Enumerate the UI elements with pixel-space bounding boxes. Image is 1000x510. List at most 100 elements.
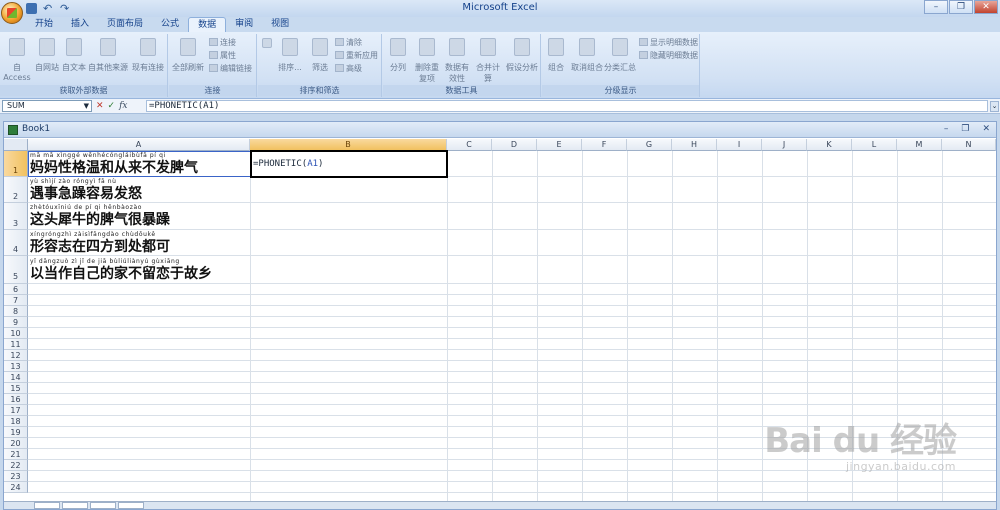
- row-header-7[interactable]: 7: [4, 295, 28, 306]
- row-header-15[interactable]: 15: [4, 383, 28, 394]
- row-header-4[interactable]: 4: [4, 230, 28, 256]
- workbook-restore-icon[interactable]: ❐: [961, 124, 969, 134]
- clear-button[interactable]: 清除: [335, 37, 362, 49]
- from-other-sources-button[interactable]: 自其他来源: [88, 38, 128, 73]
- connections-button[interactable]: 连接: [209, 37, 236, 49]
- workbook-close-icon[interactable]: ✕: [982, 124, 990, 134]
- formula-input[interactable]: =PHONETIC(A1): [146, 100, 988, 112]
- from-access-button[interactable]: 自 Access: [2, 38, 32, 82]
- column-header-l[interactable]: L: [852, 139, 897, 151]
- cell-a5[interactable]: yǐ dāngzuò zì jǐ de jiā bùliúliànyú gùxi…: [30, 257, 248, 282]
- what-if-analysis-button[interactable]: 假设分析: [505, 38, 539, 73]
- workbook-minimize-icon[interactable]: –: [944, 124, 949, 134]
- enter-icon[interactable]: ✓: [108, 101, 116, 111]
- row-header-21[interactable]: 21: [4, 449, 28, 460]
- tab-review[interactable]: 审阅: [226, 17, 262, 32]
- row-header-12[interactable]: 12: [4, 350, 28, 361]
- column-header-n[interactable]: N: [942, 139, 996, 151]
- insert-function-button[interactable]: fx: [119, 101, 127, 111]
- row-header-1[interactable]: 1: [4, 151, 28, 177]
- row-header-24[interactable]: 24: [4, 482, 28, 493]
- cell-a3[interactable]: zhètóuxīniú de pí qi hěnbàozào 这头犀牛的脾气很暴…: [30, 203, 248, 228]
- consolidate-button[interactable]: 合并计算: [473, 38, 503, 84]
- data-validation-button[interactable]: 数据有效性: [443, 38, 471, 84]
- refresh-all-button[interactable]: 全部刷新: [171, 38, 205, 73]
- sort-az-button[interactable]: [260, 38, 274, 52]
- properties-button[interactable]: 属性: [209, 50, 236, 62]
- row-header-18[interactable]: 18: [4, 416, 28, 427]
- column-header-c[interactable]: C: [447, 139, 492, 151]
- remove-duplicates-button[interactable]: 删除重复项: [413, 38, 441, 84]
- link-icon: [209, 38, 218, 46]
- row-header-3[interactable]: 3: [4, 203, 28, 230]
- row-header-22[interactable]: 22: [4, 460, 28, 471]
- sheet-tabs-bar: [4, 501, 996, 509]
- expand-formula-bar-icon[interactable]: ⌄: [990, 101, 999, 112]
- row-header-16[interactable]: 16: [4, 394, 28, 405]
- sheet-tab[interactable]: [62, 502, 88, 509]
- from-web-button[interactable]: 自网站: [34, 38, 60, 73]
- tab-view[interactable]: 视图: [262, 17, 298, 32]
- row-header-19[interactable]: 19: [4, 427, 28, 438]
- filter-button[interactable]: 筛选: [308, 38, 332, 73]
- sort-button[interactable]: 排序...: [275, 38, 305, 73]
- restore-button[interactable]: ❐: [949, 0, 973, 14]
- tab-insert[interactable]: 插入: [62, 17, 98, 32]
- row-header-17[interactable]: 17: [4, 405, 28, 416]
- sheet-tab[interactable]: [118, 502, 144, 509]
- column-header-j[interactable]: J: [762, 139, 807, 151]
- cell-a2[interactable]: yù shìjí zào róngyì fā nù 遇事急躁容易发怒: [30, 177, 248, 202]
- column-header-f[interactable]: F: [582, 139, 627, 151]
- advanced-button[interactable]: 高级: [335, 63, 362, 75]
- column-header-d[interactable]: D: [492, 139, 537, 151]
- ungroup-button[interactable]: 取消组合: [570, 38, 604, 73]
- office-button[interactable]: [1, 2, 23, 24]
- row-header-9[interactable]: 9: [4, 317, 28, 328]
- sheet-tab[interactable]: [34, 502, 60, 509]
- column-header-h[interactable]: H: [672, 139, 717, 151]
- column-header-g[interactable]: G: [627, 139, 672, 151]
- active-cell-b1[interactable]: =PHONETIC(A1): [250, 150, 448, 178]
- column-header-i[interactable]: I: [717, 139, 762, 151]
- tab-home[interactable]: 开始: [26, 17, 62, 32]
- cell-a4[interactable]: xíngróngzhì zàisìfāngdào chùdōukě 形容志在四方…: [30, 230, 248, 255]
- row-header-10[interactable]: 10: [4, 328, 28, 339]
- column-header-k[interactable]: K: [807, 139, 852, 151]
- cell-a1[interactable]: mā mā xìnggé wēnhécóngláibùfā pí qi 妈妈性格…: [30, 151, 248, 176]
- row-header-5[interactable]: 5: [4, 256, 28, 284]
- select-all-corner[interactable]: [4, 139, 28, 151]
- row-header-11[interactable]: 11: [4, 339, 28, 350]
- row-header-13[interactable]: 13: [4, 361, 28, 372]
- column-header-a[interactable]: A: [28, 139, 250, 151]
- sheet-tab[interactable]: [90, 502, 116, 509]
- show-detail-button[interactable]: 显示明细数据: [639, 37, 698, 49]
- remove-duplicates-icon: [419, 38, 435, 56]
- column-header-e[interactable]: E: [537, 139, 582, 151]
- spreadsheet-grid[interactable]: A B C D E F G H I J K L M N 1 2 3 4 5 6 …: [4, 139, 996, 509]
- name-box[interactable]: SUM ▼: [2, 100, 92, 112]
- existing-connections-button[interactable]: 现有连接: [131, 38, 165, 73]
- minimize-button[interactable]: –: [924, 0, 948, 14]
- refresh-icon: [180, 38, 196, 56]
- text-to-columns-button[interactable]: 分列: [385, 38, 411, 73]
- tab-page-layout[interactable]: 页面布局: [98, 17, 152, 32]
- tab-formulas[interactable]: 公式: [152, 17, 188, 32]
- column-header-m[interactable]: M: [897, 139, 942, 151]
- row-header-6[interactable]: 6: [4, 284, 28, 295]
- row-header-2[interactable]: 2: [4, 177, 28, 203]
- group-button[interactable]: 组合: [544, 38, 568, 73]
- dropdown-arrow-icon[interactable]: ▼: [84, 101, 89, 111]
- from-text-button[interactable]: 自文本: [61, 38, 87, 73]
- subtotal-button[interactable]: 分类汇总: [604, 38, 636, 73]
- reapply-button[interactable]: 重新应用: [335, 50, 378, 62]
- hide-detail-button[interactable]: 隐藏明细数据: [639, 50, 698, 62]
- close-button[interactable]: ✕: [974, 0, 998, 14]
- edit-links-button[interactable]: 编辑链接: [209, 63, 252, 75]
- row-header-14[interactable]: 14: [4, 372, 28, 383]
- cancel-icon[interactable]: ✕: [96, 101, 104, 111]
- tab-data[interactable]: 数据: [188, 17, 227, 32]
- row-header-8[interactable]: 8: [4, 306, 28, 317]
- ribbon-tabs: 开始 插入 页面布局 公式 数据 审阅 视图: [0, 17, 1000, 32]
- row-header-23[interactable]: 23: [4, 471, 28, 482]
- row-header-20[interactable]: 20: [4, 438, 28, 449]
